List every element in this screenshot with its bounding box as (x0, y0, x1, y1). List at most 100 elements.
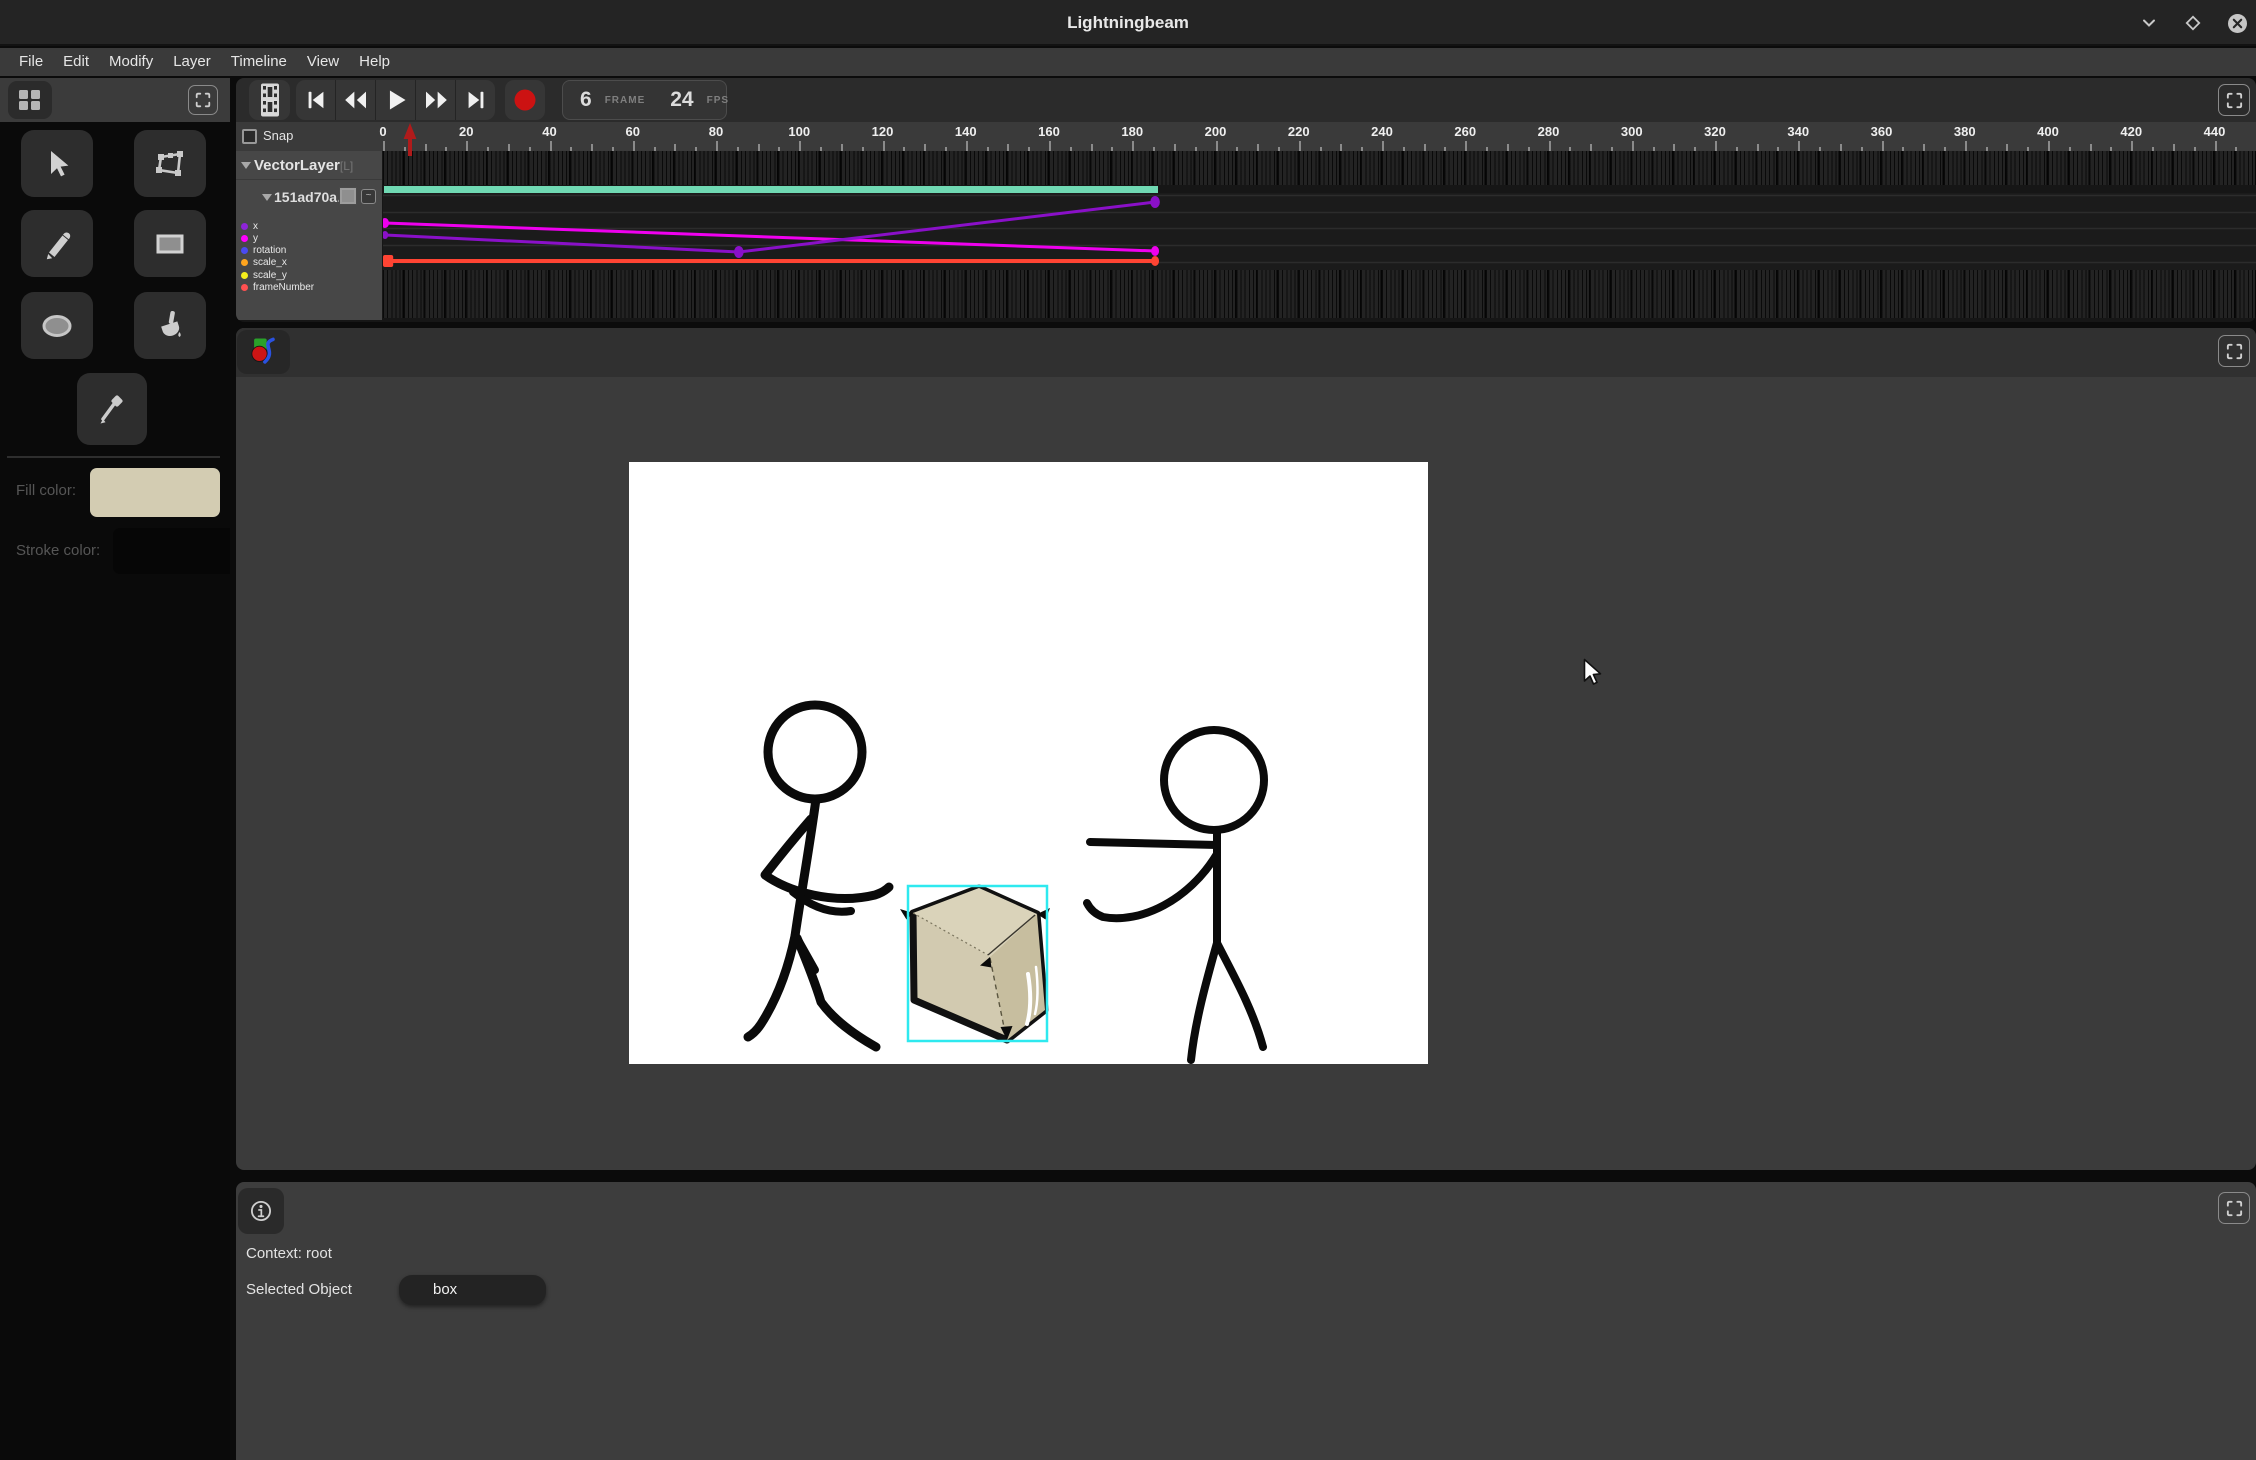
timeline-toolbar: 6 FRAME 24 FPS (236, 78, 2256, 122)
info-button[interactable] (238, 1188, 284, 1234)
expander-triangle-icon[interactable] (241, 162, 251, 169)
ruler-tick (1132, 141, 1134, 151)
record-button[interactable] (505, 80, 545, 120)
ruler-tick (425, 144, 427, 151)
ellipse-icon (37, 306, 77, 346)
menu-modify[interactable]: Modify (99, 48, 163, 76)
fast-forward-button[interactable] (416, 80, 456, 120)
ruler-tick (1007, 144, 1009, 151)
drawing-canvas[interactable] (629, 462, 1428, 1064)
ruler-tick (1340, 144, 1342, 151)
ruler-tick (841, 144, 843, 151)
ruler-tick (1673, 144, 1675, 151)
status-panel-fullscreen-button[interactable] (2218, 1192, 2250, 1224)
minimize-chevron-icon[interactable] (2138, 12, 2160, 34)
layer-row-vectorlayer[interactable]: VectorLayer[L] (236, 151, 382, 180)
property-row-x[interactable]: x (236, 220, 382, 232)
property-color-dot (241, 247, 248, 254)
close-icon[interactable] (2226, 12, 2248, 34)
stroke-color-swatch[interactable] (113, 528, 230, 574)
window-title: Lightningbeam (0, 0, 2256, 46)
ruler-label-0: 0 (379, 124, 386, 139)
snap-checkbox[interactable] (242, 129, 257, 144)
layer-row-sublayer[interactable]: 151ad70a… ~ (236, 181, 382, 212)
property-row-scale_x[interactable]: scale_x (236, 257, 382, 269)
ruler-tick (716, 141, 718, 151)
grid-view-button[interactable] (8, 81, 52, 119)
ruler-tick (799, 141, 801, 151)
menu-layer[interactable]: Layer (163, 48, 221, 76)
property-name: frameNumber (253, 282, 314, 293)
ruler-tick (1715, 141, 1717, 151)
property-color-dot (241, 259, 248, 266)
skip-to-end-button[interactable] (456, 80, 495, 120)
ruler-label-120: 120 (872, 124, 894, 139)
ruler-tick (466, 141, 468, 151)
ruler-tick (1923, 144, 1925, 151)
keyframe-curves[interactable] (383, 151, 2256, 322)
ellipse-tool-button[interactable] (21, 292, 93, 359)
ruler-tick (758, 144, 760, 151)
transform-tool-button[interactable] (134, 130, 206, 197)
layer-options-button[interactable]: ~ (361, 189, 376, 204)
select-tool-button[interactable] (21, 130, 93, 197)
menu-view[interactable]: View (297, 48, 349, 76)
frames-area[interactable] (383, 151, 2256, 322)
grid-icon (17, 88, 43, 112)
tool-panel-fullscreen-button[interactable] (188, 85, 218, 115)
menu-help[interactable]: Help (349, 48, 400, 76)
eyedropper-tool-button[interactable] (77, 373, 147, 445)
keyframe-marker (383, 255, 393, 267)
fill-color-swatch[interactable] (90, 468, 220, 517)
ruler-tick (591, 144, 593, 151)
skip-end-icon (462, 88, 490, 112)
status-panel: Context: root Selected Object box (236, 1182, 2256, 1460)
ruler-tick (1049, 141, 1051, 151)
ruler-tick (1549, 141, 1551, 151)
menu-edit[interactable]: Edit (53, 48, 99, 76)
expander-triangle-icon[interactable] (262, 194, 272, 201)
canvas-fullscreen-button[interactable] (2218, 335, 2250, 367)
title-bar: Lightningbeam (0, 0, 2256, 46)
timeline-fullscreen-button[interactable] (2218, 84, 2250, 116)
rectangle-tool-button[interactable] (134, 210, 206, 277)
ruler-label-180: 180 (1121, 124, 1143, 139)
ruler-tick (1590, 144, 1592, 151)
ruler-label-340: 340 (1787, 124, 1809, 139)
fullscreen-icon (2225, 1199, 2244, 1218)
fullscreen-icon (194, 91, 212, 109)
ruler-tick (1216, 141, 1218, 151)
play-button[interactable] (376, 80, 416, 120)
film-button[interactable] (249, 80, 290, 120)
selected-object-input[interactable]: box (399, 1275, 546, 1305)
property-name: scale_x (253, 257, 287, 268)
transform-icon (150, 144, 190, 184)
menu-timeline[interactable]: Timeline (221, 48, 297, 76)
eyedropper-icon (92, 389, 132, 429)
timeline-ruler[interactable]: Snap 02040608010012014016018020022024026… (236, 122, 2256, 151)
menu-file[interactable]: File (9, 48, 53, 76)
ruler-label-400: 400 (2037, 124, 2059, 139)
property-row-scale_y[interactable]: scale_y (236, 269, 382, 281)
property-color-dot (241, 235, 248, 242)
layer-visibility-toggle[interactable] (340, 188, 356, 204)
frame-value: 6 (580, 88, 592, 112)
property-row-rotation[interactable]: rotation (236, 245, 382, 257)
play-icon (383, 87, 409, 113)
rewind-button[interactable] (336, 80, 376, 120)
layer-tree: VectorLayer[L] 151ad70a… ~ xyrotationsca… (236, 151, 382, 320)
playhead[interactable] (403, 123, 417, 162)
box-object[interactable] (900, 886, 1050, 1041)
ruler-label-320: 320 (1704, 124, 1726, 139)
skip-to-start-button[interactable] (296, 80, 336, 120)
fast-forward-icon (421, 88, 451, 112)
property-row-y[interactable]: y (236, 232, 382, 244)
property-row-frameNumber[interactable]: frameNumber (236, 282, 382, 294)
scene-tab-button[interactable] (237, 330, 290, 374)
pencil-tool-button[interactable] (21, 210, 93, 277)
context-label: Context: root (246, 1245, 332, 1262)
paint-bucket-tool-button[interactable] (134, 292, 206, 359)
maximize-diamond-icon[interactable] (2182, 12, 2204, 34)
stick-figure-left (748, 705, 889, 1047)
ruler-tick (1798, 141, 1800, 151)
